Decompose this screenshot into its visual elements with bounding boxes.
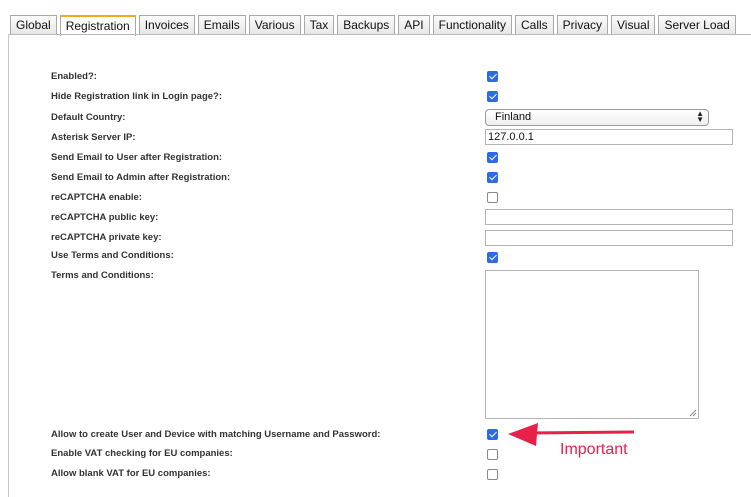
vat-checking-eu-label: Enable VAT checking for EU companies: <box>51 448 233 459</box>
default-country-value: Finland <box>495 111 532 123</box>
tab-global[interactable]: Global <box>10 15 57 34</box>
tab-invoices[interactable]: Invoices <box>138 15 195 34</box>
tab-emails[interactable]: Emails <box>197 15 246 34</box>
tab-server-load[interactable]: Server Load <box>658 15 736 34</box>
tab-registration[interactable]: Registration <box>59 15 136 36</box>
select-arrows-icon: ▲ ▼ <box>696 109 704 124</box>
blank-vat-eu-checkbox[interactable] <box>487 469 498 480</box>
recaptcha-private-key-input[interactable] <box>485 230 733 246</box>
asterisk-server-ip-label: Asterisk Server IP: <box>51 132 136 143</box>
send-email-admin-label: Send Email to Admin after Registration: <box>51 172 231 183</box>
default-country-select[interactable]: Finland ▲ ▼ <box>485 109 709 126</box>
send-email-user-checkbox[interactable] <box>487 152 498 163</box>
vat-checking-eu-checkbox[interactable] <box>487 449 498 460</box>
blank-vat-eu-label: Allow blank VAT for EU companies: <box>51 468 211 479</box>
enabled-checkbox[interactable] <box>487 71 498 82</box>
tab-tax[interactable]: Tax <box>303 15 335 34</box>
recaptcha-enable-checkbox[interactable] <box>487 192 498 203</box>
use-terms-checkbox[interactable] <box>487 252 498 263</box>
panel-border <box>8 34 9 497</box>
hide-registration-link-label: Hide Registration link in Login page?: <box>51 91 223 102</box>
recaptcha-enable-label: reCAPTCHA enable: <box>51 192 142 203</box>
resize-grip-icon[interactable] <box>689 409 697 417</box>
tab-bar: Global Registration Invoices Emails Vari… <box>10 15 736 36</box>
tab-api[interactable]: API <box>398 15 430 34</box>
recaptcha-public-key-label: reCAPTCHA public key: <box>51 212 159 223</box>
tab-calls[interactable]: Calls <box>515 15 554 34</box>
send-email-user-label: Send Email to User after Registration: <box>51 152 223 163</box>
tab-functionality[interactable]: Functionality <box>432 15 512 34</box>
default-country-label: Default Country: <box>51 112 126 123</box>
tab-divider <box>8 34 751 35</box>
annotation-label: Important <box>560 441 628 458</box>
use-terms-label: Use Terms and Conditions: <box>51 250 174 261</box>
terms-text-label: Terms and Conditions: <box>51 270 154 281</box>
send-email-admin-checkbox[interactable] <box>487 172 498 183</box>
allow-matching-credentials-label: Allow to create User and Device with mat… <box>51 429 381 440</box>
allow-matching-credentials-checkbox[interactable] <box>487 429 498 440</box>
tab-backups[interactable]: Backups <box>337 15 396 34</box>
enabled-label: Enabled?: <box>51 71 97 82</box>
tab-visual[interactable]: Visual <box>611 15 656 34</box>
hide-registration-link-checkbox[interactable] <box>487 91 498 102</box>
recaptcha-public-key-input[interactable] <box>485 209 733 225</box>
terms-textarea[interactable] <box>485 270 699 419</box>
asterisk-server-ip-input[interactable]: 127.0.0.1 <box>485 129 733 145</box>
tab-various[interactable]: Various <box>248 15 301 34</box>
tab-privacy[interactable]: Privacy <box>556 15 609 34</box>
recaptcha-private-key-label: reCAPTCHA private key: <box>51 232 162 243</box>
